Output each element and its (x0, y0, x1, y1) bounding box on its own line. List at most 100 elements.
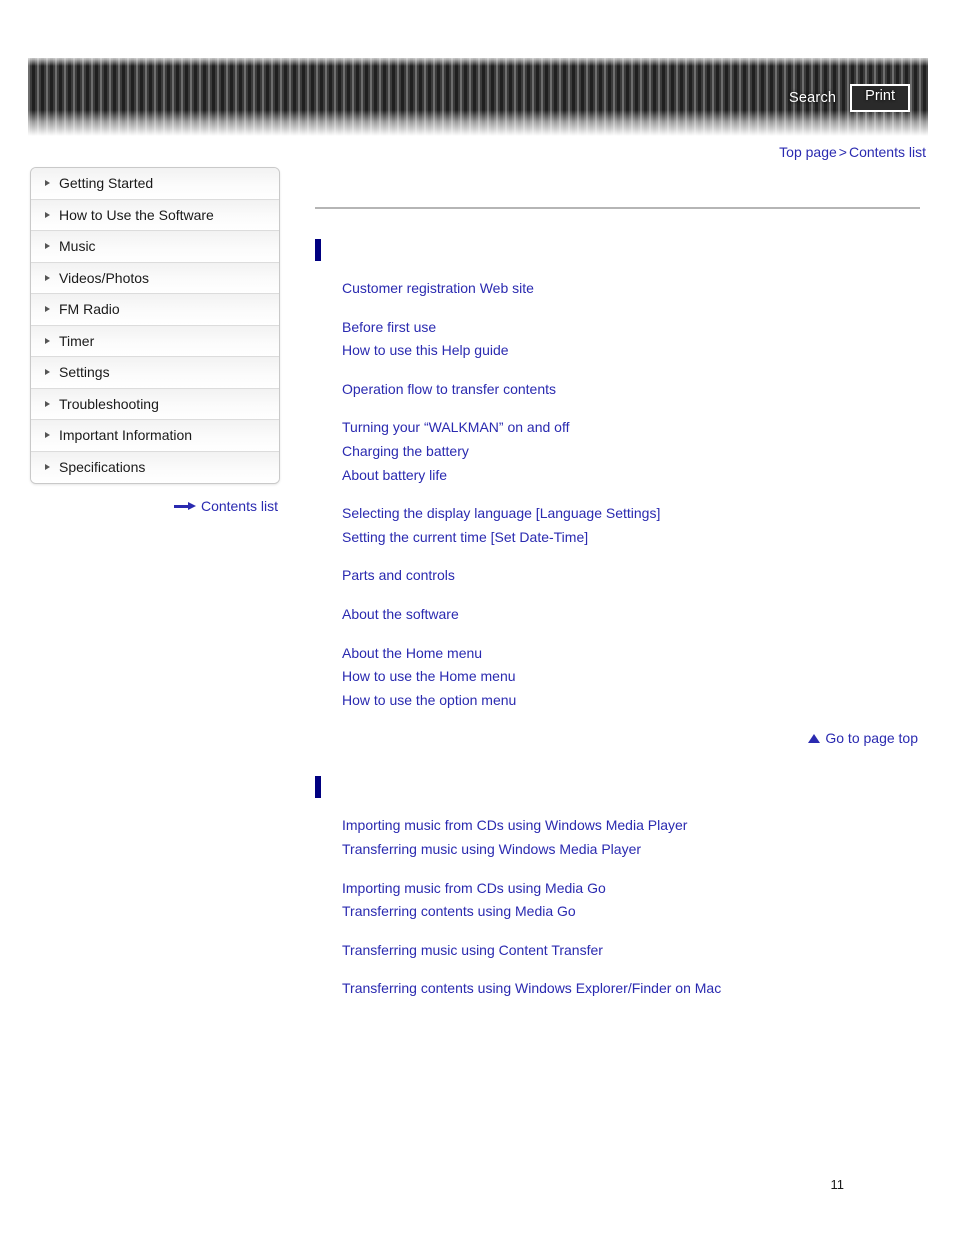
content-link[interactable]: How to use the Home menu (342, 668, 516, 684)
content-link[interactable]: Transferring music using Content Transfe… (342, 942, 603, 958)
list-item: About the software (342, 603, 920, 627)
content-link[interactable]: Importing music from CDs using Media Go (342, 880, 606, 896)
link-group: Importing music from CDs using Media Go T… (342, 862, 920, 924)
group-title (342, 401, 920, 416)
sidebar-item-music[interactable]: Music (31, 231, 279, 263)
list-item: How to use this Help guide (342, 339, 920, 363)
list-item: Parts and controls (342, 564, 920, 588)
triangle-right-icon (45, 432, 50, 439)
sidebar-item-label: Specifications (59, 459, 146, 476)
list-item: Operation flow to transfer contents (342, 378, 920, 402)
arrow-right-icon (173, 501, 196, 511)
link-list: About the Home menu How to use the Home m… (342, 642, 920, 713)
group-title (342, 862, 920, 877)
content-link[interactable]: Charging the battery (342, 443, 469, 459)
list-item: About the Home menu (342, 642, 920, 666)
content-link[interactable]: Parts and controls (342, 567, 455, 583)
list-item: Charging the battery (342, 440, 920, 464)
header-tools: Search Print (789, 84, 910, 112)
content-link[interactable]: Turning your “WALKMAN” on and off (342, 419, 569, 435)
link-list: About the software (342, 603, 920, 627)
link-list: Customer registration Web site (342, 277, 920, 301)
content-link[interactable]: About battery life (342, 467, 447, 483)
breadcrumb-top-page[interactable]: Top page (779, 144, 837, 160)
content-sections: Customer registration Web site Before fir… (315, 238, 920, 1001)
sidebar-item-label: Important Information (59, 427, 193, 444)
list-item: About battery life (342, 464, 920, 488)
group-title (342, 549, 920, 564)
group-title (342, 301, 920, 316)
sidebar-item-specifications[interactable]: Specifications (31, 451, 279, 483)
content-link[interactable]: Transferring music using Windows Media P… (342, 841, 641, 857)
content-link[interactable]: Operation flow to transfer contents (342, 381, 556, 397)
site-header-banner: Search Print (28, 58, 928, 136)
main-content: Customer registration Web site Before fir… (315, 160, 920, 1001)
sidebar-nav: Getting Started How to Use the Software Mu… (30, 167, 280, 484)
sidebar-item-timer[interactable]: Timer (31, 325, 279, 357)
content-link[interactable]: Setting the current time [Set Date-Time] (342, 529, 588, 545)
sidebar-item-how-to-use-the-software[interactable]: How to Use the Software (31, 199, 279, 231)
sidebar-item-settings[interactable]: Settings (31, 357, 279, 389)
sidebar-item-label: Music (59, 238, 96, 255)
sidebar-item-label: Settings (59, 364, 110, 381)
sidebar-item-label: Troubleshooting (59, 395, 159, 412)
sidebar-item-label: FM Radio (59, 301, 120, 318)
link-group: Turning your “WALKMAN” on and off Chargin… (342, 401, 920, 487)
go-to-page-top-link[interactable]: Go to page top (315, 730, 920, 746)
content-section: Importing music from CDs using Windows M… (315, 775, 920, 1001)
section-heading (315, 775, 920, 799)
content-section: Customer registration Web site Before fir… (315, 238, 920, 746)
content-link[interactable]: Selecting the display language [Language… (342, 505, 660, 521)
group-title (342, 962, 920, 977)
link-group: About the Home menu How to use the Home m… (342, 627, 920, 713)
sidebar-item-fm-radio[interactable]: FM Radio (31, 294, 279, 326)
triangle-up-icon (808, 733, 821, 743)
content-link[interactable]: Transferring contents using Media Go (342, 903, 576, 919)
list-item: How to use the option menu (342, 689, 920, 713)
triangle-right-icon (45, 464, 50, 471)
content-link[interactable]: About the software (342, 606, 459, 622)
link-list: Transferring contents using Windows Expl… (342, 977, 920, 1001)
content-link[interactable]: Transferring contents using Windows Expl… (342, 980, 721, 996)
content-link[interactable]: About the Home menu (342, 645, 482, 661)
link-group: Transferring contents using Windows Expl… (342, 962, 920, 1001)
triangle-right-icon (45, 211, 50, 218)
search-link[interactable]: Search (789, 90, 836, 106)
contents-list-link[interactable]: Contents list (30, 498, 278, 514)
sidebar-item-getting-started[interactable]: Getting Started (31, 168, 279, 200)
group-title (342, 363, 920, 378)
list-item: Transferring music using Content Transfe… (342, 939, 920, 963)
triangle-right-icon (45, 369, 50, 376)
triangle-right-icon (45, 337, 50, 344)
list-item: Customer registration Web site (342, 277, 920, 301)
link-list: Importing music from CDs using Windows M… (342, 814, 920, 861)
breadcrumb-contents-list[interactable]: Contents list (849, 144, 926, 160)
content-link[interactable]: Before first use (342, 319, 436, 335)
section-marker-bar (315, 776, 321, 799)
triangle-right-icon (45, 400, 50, 407)
link-group: Transferring music using Content Transfe… (342, 924, 920, 963)
link-list: Operation flow to transfer contents (342, 378, 920, 402)
sidebar-item-important-information[interactable]: Important Information (31, 420, 279, 452)
list-item: Importing music from CDs using Windows M… (342, 814, 920, 838)
sidebar-item-troubleshooting[interactable]: Troubleshooting (31, 388, 279, 420)
link-group: Selecting the display language [Language… (342, 487, 920, 549)
link-list: Parts and controls (342, 564, 920, 588)
link-group: Customer registration Web site (342, 262, 920, 301)
group-title (342, 799, 920, 814)
list-item: Transferring contents using Media Go (342, 900, 920, 924)
content-link[interactable]: How to use this Help guide (342, 342, 509, 358)
group-title (342, 487, 920, 502)
sidebar-item-videos-photos[interactable]: Videos/Photos (31, 262, 279, 294)
section-heading (315, 238, 920, 262)
list-item: Transferring contents using Windows Expl… (342, 977, 920, 1001)
content-link[interactable]: How to use the option menu (342, 692, 516, 708)
content-link[interactable]: Importing music from CDs using Windows M… (342, 817, 687, 833)
triangle-right-icon (45, 306, 50, 313)
sidebar-item-label: Videos/Photos (59, 269, 150, 286)
list-item: Selecting the display language [Language… (342, 502, 920, 526)
content-link[interactable]: Customer registration Web site (342, 280, 534, 296)
triangle-right-icon (45, 274, 50, 281)
list-item: Transferring music using Windows Media P… (342, 838, 920, 862)
print-button[interactable]: Print (850, 84, 910, 112)
